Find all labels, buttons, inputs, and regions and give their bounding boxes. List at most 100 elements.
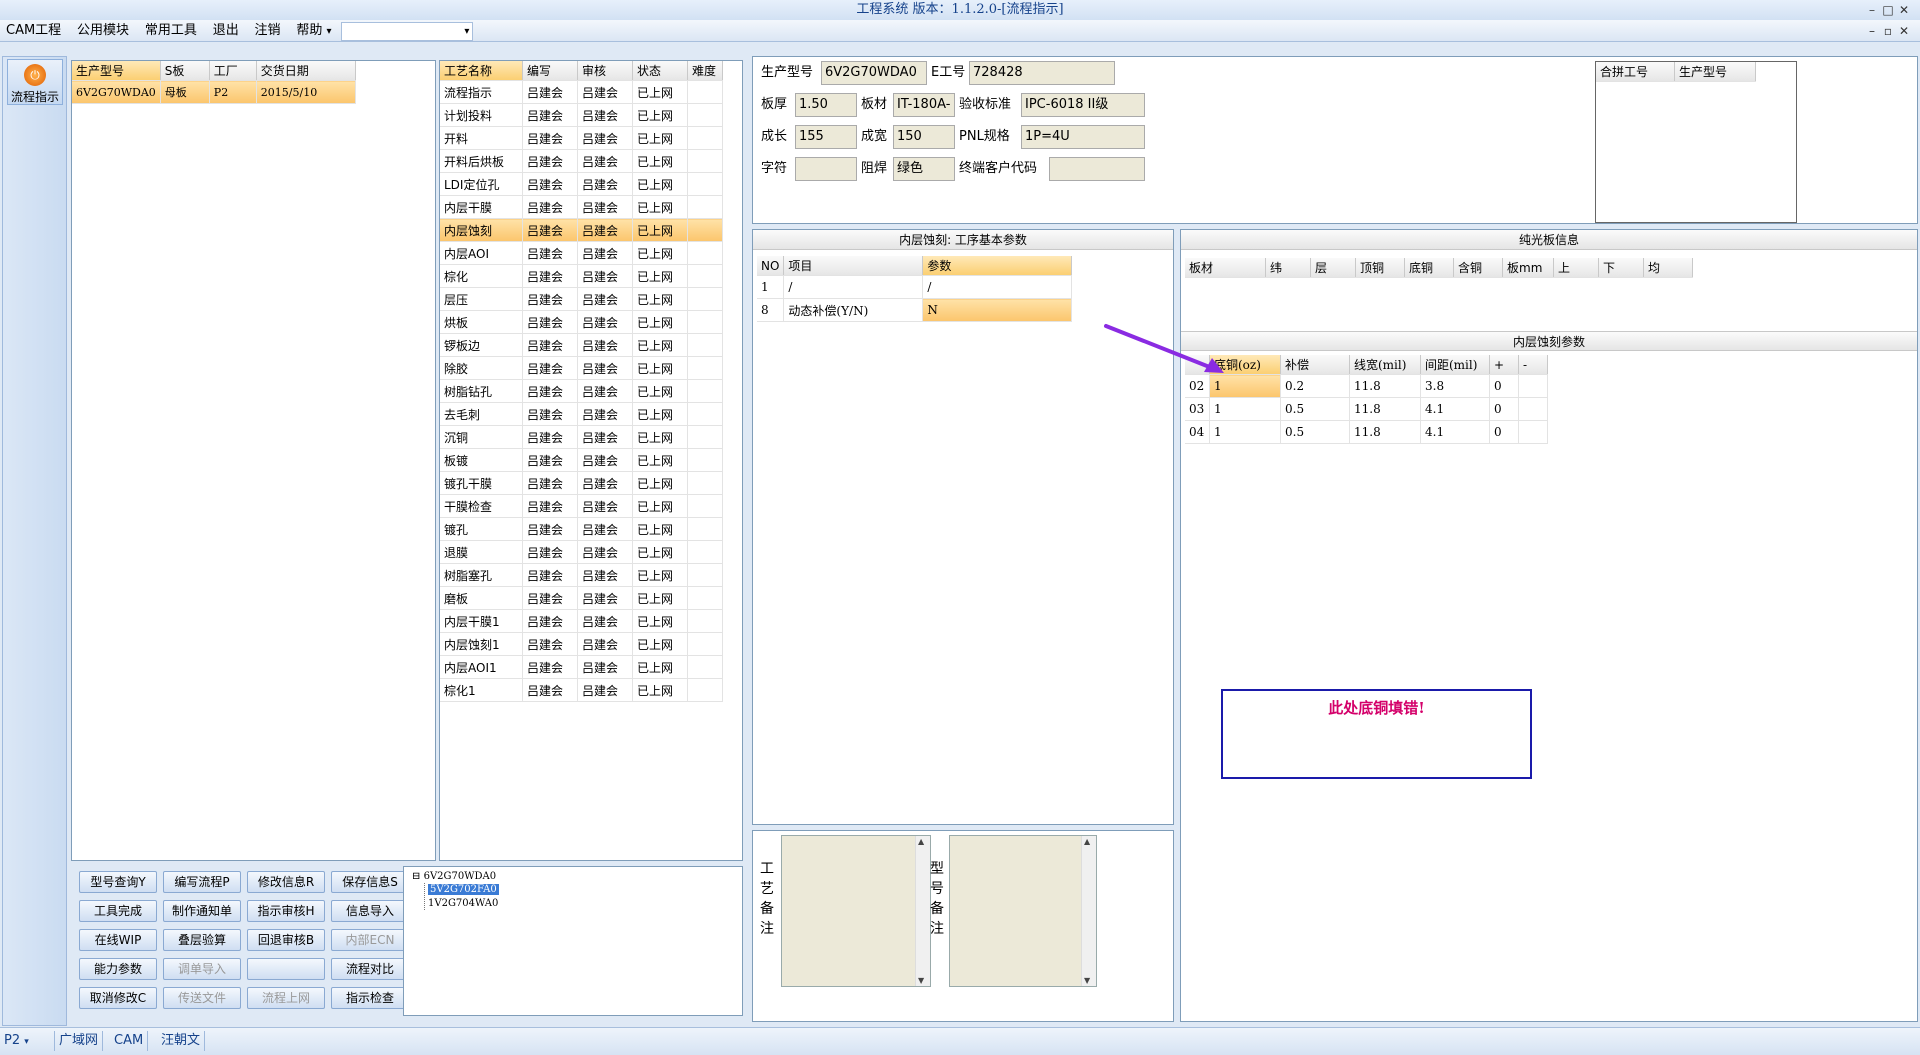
table-cell[interactable]: / (922, 275, 1073, 299)
process-col-3[interactable]: 状态 (632, 61, 688, 81)
mdi-minimize-icon[interactable]: – (1864, 21, 1880, 41)
table-row[interactable]: 计划投料 吕建会 吕建会 已上网 (440, 103, 723, 127)
combine-col-eno[interactable]: 合拼工号 (1596, 62, 1675, 82)
orders-col-2[interactable]: 工厂 (209, 61, 257, 81)
table-row[interactable]: 内层AOI 吕建会 吕建会 已上网 (440, 241, 723, 265)
action-button-3-1[interactable]: 调单导入 (163, 958, 241, 980)
process-col-0[interactable]: 工艺名称 (440, 61, 523, 81)
action-button-1-1[interactable]: 制作通知单 (163, 900, 241, 922)
table-row[interactable]: 棕化1 吕建会 吕建会 已上网 (440, 678, 723, 702)
tree-node[interactable]: 1V2G704WA0 (428, 898, 498, 909)
remark-scrollbar[interactable] (915, 836, 930, 986)
table-row[interactable]: 干膜检查 吕建会 吕建会 已上网 (440, 494, 723, 518)
action-button-4-2[interactable]: 流程上网 (247, 987, 325, 1009)
table-cell[interactable]: 11.8 (1349, 420, 1421, 444)
table-row[interactable]: 6V2G70WDA0 母板 P2 2015/5/10 (72, 80, 356, 104)
table-row[interactable]: 流程指示 吕建会 吕建会 已上网 (440, 80, 723, 104)
action-button-0-0[interactable]: 型号查询Y (79, 871, 157, 893)
etch-col-3[interactable]: 线宽(mil) (1349, 355, 1421, 375)
table-row[interactable]: 开料后烘板 吕建会 吕建会 已上网 (440, 149, 723, 173)
bare-board-col-5[interactable]: 含铜 (1453, 258, 1503, 278)
table-row[interactable]: 镀孔干膜 吕建会 吕建会 已上网 (440, 471, 723, 495)
action-button-2-2[interactable]: 回退审核B (247, 929, 325, 951)
table-row[interactable]: 04 1 0.5 11.8 4.1 0 (1185, 420, 1548, 444)
table-cell[interactable]: 11.8 (1349, 374, 1421, 398)
table-row[interactable]: 开料 吕建会 吕建会 已上网 (440, 126, 723, 150)
action-button-3-2[interactable] (247, 958, 325, 980)
collapse-icon[interactable]: ⊟ (412, 871, 420, 882)
action-button-1-3[interactable]: 信息导入 (331, 900, 409, 922)
menu-logout[interactable]: 注销 (249, 20, 287, 42)
table-row[interactable]: 去毛刺 吕建会 吕建会 已上网 (440, 402, 723, 426)
menu-public-module[interactable]: 公用模块 (71, 20, 135, 42)
action-button-4-0[interactable]: 取消修改C (79, 987, 157, 1009)
table-row[interactable]: 除胶 吕建会 吕建会 已上网 (440, 356, 723, 380)
basic-params-col-2[interactable]: 参数 (922, 256, 1073, 276)
char-field[interactable] (795, 157, 857, 181)
table-row[interactable]: 内层蚀刻1 吕建会 吕建会 已上网 (440, 632, 723, 656)
action-button-4-3[interactable]: 指示检查 (331, 987, 409, 1009)
bare-board-col-1[interactable]: 纬 (1265, 258, 1311, 278)
table-cell[interactable]: 3.8 (1420, 374, 1490, 398)
table-row[interactable]: 锣板边 吕建会 吕建会 已上网 (440, 333, 723, 357)
table-cell[interactable]: 4.1 (1420, 397, 1490, 421)
bare-board-col-3[interactable]: 顶铜 (1355, 258, 1405, 278)
mdi-restore-icon[interactable]: ▫ (1880, 21, 1896, 41)
table-row[interactable]: 树脂塞孔 吕建会 吕建会 已上网 (440, 563, 723, 587)
table-cell[interactable]: 0 (1489, 397, 1519, 421)
process-col-1[interactable]: 编写 (522, 61, 578, 81)
table-cell[interactable] (1518, 420, 1548, 444)
table-row[interactable]: 磨板 吕建会 吕建会 已上网 (440, 586, 723, 610)
eno-field[interactable]: 728428 (969, 61, 1115, 85)
table-row[interactable]: 1// (757, 275, 1073, 299)
close-icon[interactable]: ✕ (1896, 0, 1912, 20)
table-row[interactable]: 03 1 0.5 11.8 4.1 0 (1185, 397, 1548, 421)
action-button-2-0[interactable]: 在线WIP (79, 929, 157, 951)
table-cell[interactable]: 1 (1209, 420, 1281, 444)
bare-board-col-4[interactable]: 底铜 (1404, 258, 1454, 278)
basic-params-col-0[interactable]: NO (757, 256, 785, 276)
etch-col-2[interactable]: 补偿 (1280, 355, 1350, 375)
table-cell[interactable]: 0.2 (1280, 374, 1350, 398)
combine-col-model[interactable]: 生产型号 (1674, 62, 1756, 82)
table-row[interactable]: 退膜 吕建会 吕建会 已上网 (440, 540, 723, 564)
flow-indicator-button[interactable]: ⏻ 流程指示 (7, 59, 63, 105)
action-button-1-2[interactable]: 指示审核H (247, 900, 325, 922)
thickness-field[interactable]: 1.50 (795, 93, 857, 117)
factory-combo[interactable]: P2 ▾ (4, 1031, 50, 1051)
table-cell[interactable]: 0.5 (1280, 420, 1350, 444)
width-field[interactable]: 150 (893, 125, 955, 149)
orders-col-3[interactable]: 交货日期 (256, 61, 356, 81)
action-button-1-0[interactable]: 工具完成 (79, 900, 157, 922)
bare-board-col-7[interactable]: 上 (1553, 258, 1599, 278)
menu-exit[interactable]: 退出 (207, 20, 245, 42)
model-remark-field[interactable] (949, 835, 1097, 987)
etch-col-5[interactable]: + (1489, 355, 1519, 375)
action-button-0-1[interactable]: 编写流程P (163, 871, 241, 893)
table-row[interactable]: 烘板 吕建会 吕建会 已上网 (440, 310, 723, 334)
table-cell[interactable]: 1 (1209, 397, 1281, 421)
action-button-2-1[interactable]: 叠层验算 (163, 929, 241, 951)
menu-help[interactable]: 帮助 ▾ (290, 20, 337, 43)
action-button-4-1[interactable]: 传送文件 (163, 987, 241, 1009)
table-row[interactable]: LDI定位孔 吕建会 吕建会 已上网 (440, 172, 723, 196)
action-button-0-3[interactable]: 保存信息S (331, 871, 409, 893)
pnl-field[interactable]: 1P=4U (1021, 125, 1145, 149)
model-field[interactable]: 6V2G70WDA0 (821, 61, 927, 85)
table-cell[interactable]: 0 (1489, 420, 1519, 444)
table-cell[interactable]: 4.1 (1420, 420, 1490, 444)
menu-cam[interactable]: CAM工程 (0, 20, 67, 42)
table-row[interactable]: 内层AOI1 吕建会 吕建会 已上网 (440, 655, 723, 679)
process-remark-field[interactable] (781, 835, 931, 987)
material-field[interactable]: IT-180A- (893, 93, 955, 117)
table-cell[interactable] (1518, 397, 1548, 421)
table-row[interactable]: 内层蚀刻 吕建会 吕建会 已上网 (440, 218, 723, 242)
customer-code-field[interactable] (1049, 157, 1145, 181)
table-cell[interactable]: 0 (1489, 374, 1519, 398)
orders-col-1[interactable]: S板 (160, 61, 210, 81)
menu-combo[interactable] (341, 22, 474, 41)
table-row[interactable]: 树脂钻孔 吕建会 吕建会 已上网 (440, 379, 723, 403)
etch-col-4[interactable]: 间距(mil) (1420, 355, 1490, 375)
table-cell[interactable] (1518, 374, 1548, 398)
table-row[interactable]: 内层干膜 吕建会 吕建会 已上网 (440, 195, 723, 219)
